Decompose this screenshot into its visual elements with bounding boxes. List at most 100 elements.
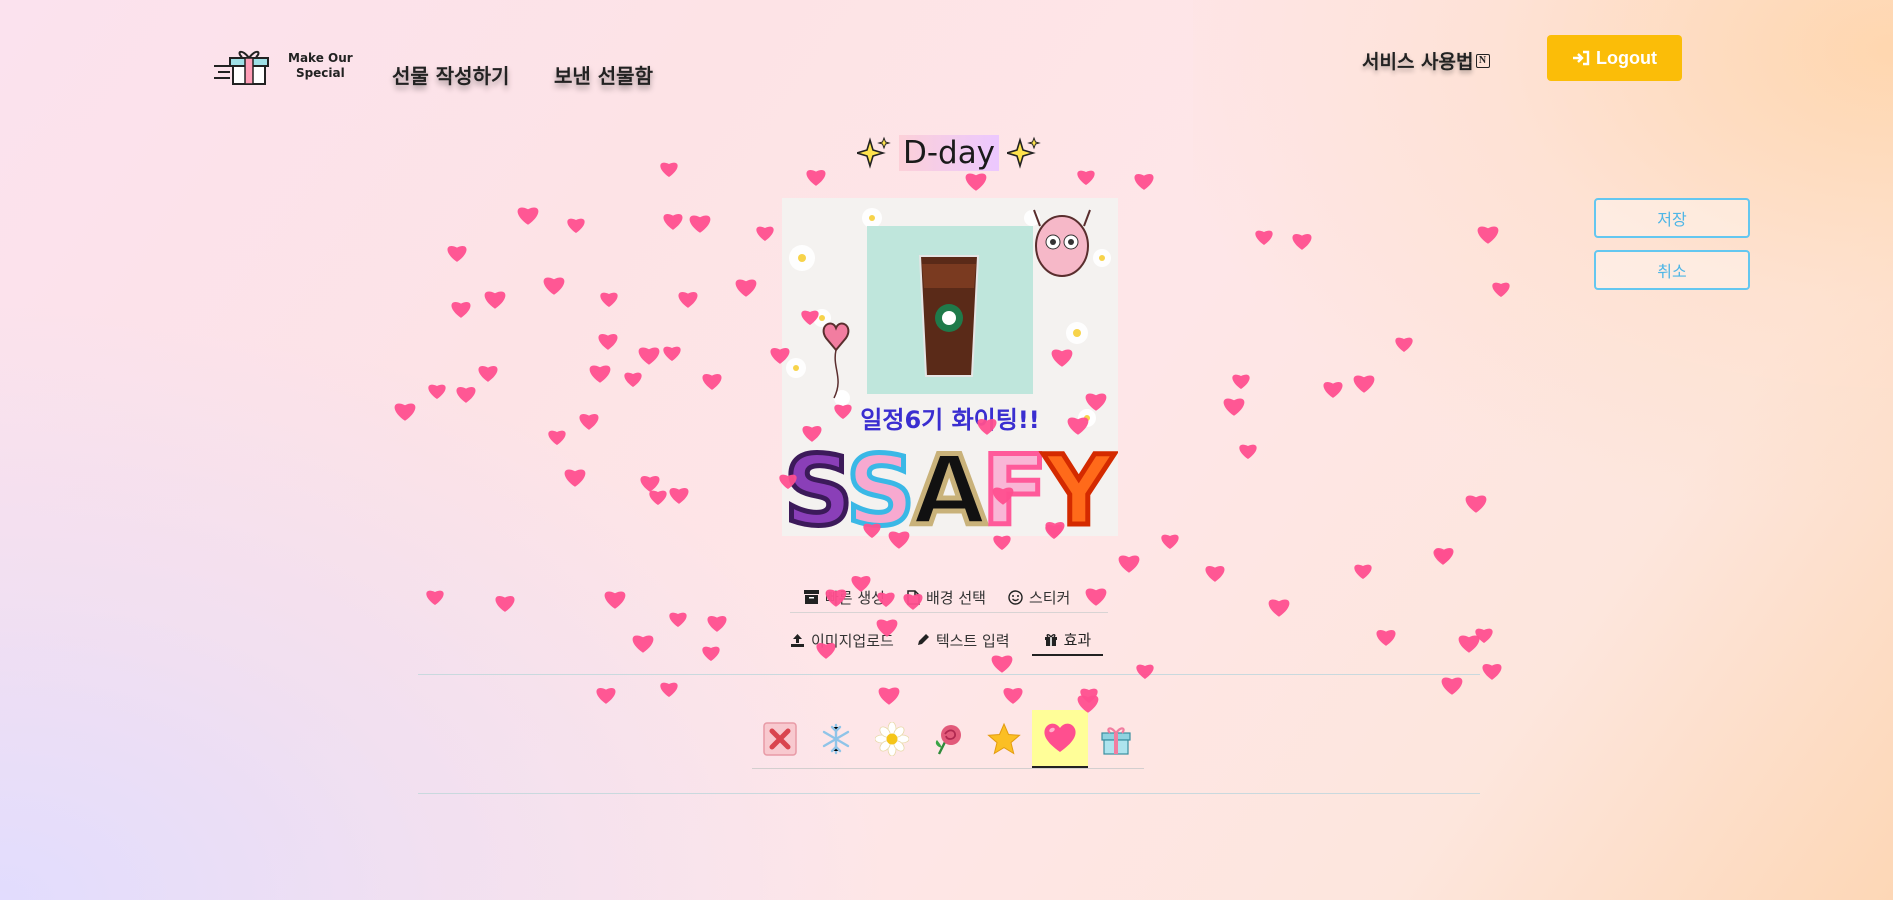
falling-heart xyxy=(1376,630,1396,646)
logo-line-1: Make Our xyxy=(288,51,353,65)
falling-heart xyxy=(598,334,618,350)
falling-heart xyxy=(478,366,498,382)
falling-heart xyxy=(1223,398,1245,416)
falling-heart xyxy=(1085,588,1107,606)
effect-snow-button[interactable] xyxy=(808,710,864,768)
effect-gift-button[interactable] xyxy=(1088,710,1144,768)
falling-heart xyxy=(1441,677,1463,695)
falling-heart xyxy=(702,646,720,661)
nav-how-to-use[interactable]: 서비스 사용법 N xyxy=(1362,47,1490,74)
falling-heart xyxy=(965,173,987,191)
logout-button[interactable]: Logout xyxy=(1547,35,1682,81)
smile-icon xyxy=(1008,589,1023,605)
tab-image-upload[interactable]: 이미지업로드 xyxy=(790,624,894,656)
falling-heart xyxy=(1134,174,1154,190)
menu-row-bottom: 이미지업로드 텍스트 입력 효과 xyxy=(790,624,1104,656)
tab-quick-create[interactable]: 빠른 생성 xyxy=(804,581,885,613)
falling-heart xyxy=(596,688,616,704)
svg-text:Y: Y xyxy=(1043,435,1115,534)
nav-sent-gifts[interactable]: 보낸 선물함 xyxy=(554,60,653,89)
section-divider xyxy=(418,674,1480,675)
falling-heart xyxy=(663,346,681,361)
falling-heart xyxy=(756,226,774,241)
falling-heart xyxy=(579,414,599,430)
card-message: 일정6기 화이팅!! xyxy=(860,406,1040,434)
sign-out-icon xyxy=(1573,50,1590,66)
falling-heart xyxy=(1118,555,1140,573)
file-icon xyxy=(907,589,920,605)
tab-text-input[interactable]: 텍스트 입력 xyxy=(916,624,1010,656)
save-button[interactable]: 저장 xyxy=(1594,198,1750,238)
falling-heart xyxy=(660,162,678,177)
svg-text:S: S xyxy=(846,435,915,534)
gift-card-canvas[interactable]: 일정6기 화이팅!! S S A F Y xyxy=(782,198,1118,536)
menu-divider xyxy=(790,612,1108,613)
tab-background-select-label: 배경 선택 xyxy=(925,588,986,607)
daisy-icon xyxy=(875,722,909,756)
falling-heart xyxy=(624,372,642,387)
falling-heart xyxy=(495,596,515,612)
falling-heart xyxy=(632,635,654,653)
falling-heart xyxy=(649,490,667,505)
falling-heart xyxy=(707,616,727,632)
rose-icon xyxy=(935,725,961,755)
falling-heart xyxy=(1003,688,1023,704)
falling-heart xyxy=(394,403,416,421)
effect-star-button[interactable] xyxy=(976,710,1032,768)
falling-heart xyxy=(1080,688,1098,703)
background-gradient-violet xyxy=(0,300,900,900)
notion-icon: N xyxy=(1475,53,1490,68)
background-gradient-peach xyxy=(1193,0,1893,500)
title-text: D-day xyxy=(898,135,1000,171)
falling-heart xyxy=(567,218,585,233)
falling-heart xyxy=(1475,628,1493,643)
tab-effects-label: 효과 xyxy=(1063,630,1092,649)
falling-heart xyxy=(678,292,698,308)
falling-heart xyxy=(589,365,611,383)
falling-heart xyxy=(543,277,565,295)
svg-text:F: F xyxy=(982,435,1048,534)
falling-heart xyxy=(1161,534,1179,549)
falling-heart xyxy=(1465,495,1487,513)
tab-sticker[interactable]: 스티커 xyxy=(1008,581,1070,613)
falling-heart xyxy=(1268,599,1290,617)
falling-heart xyxy=(1239,444,1257,459)
falling-heart xyxy=(991,655,1013,673)
effect-rose-button[interactable] xyxy=(920,710,976,768)
falling-heart xyxy=(640,476,660,492)
effect-none-button[interactable] xyxy=(752,710,808,768)
falling-heart xyxy=(660,682,678,697)
ssafy-lettering: S S A F Y xyxy=(782,434,1118,534)
effect-daisy-button[interactable] xyxy=(864,710,920,768)
falling-heart xyxy=(993,535,1011,550)
logo-text: Make Our Special xyxy=(288,51,353,81)
falling-heart xyxy=(426,590,444,605)
tab-background-select[interactable]: 배경 선택 xyxy=(907,581,986,613)
tab-effects[interactable]: 효과 xyxy=(1031,624,1104,656)
menu-row-top: 빠른 생성 배경 선택 스티커 xyxy=(804,581,1070,613)
falling-heart xyxy=(600,292,618,307)
falling-heart xyxy=(878,687,900,705)
pencil-icon xyxy=(917,634,929,645)
falling-heart xyxy=(669,612,687,627)
nav-write-gift[interactable]: 선물 작성하기 xyxy=(392,60,509,89)
effect-selector xyxy=(752,710,1144,769)
heart-icon xyxy=(1044,723,1076,752)
falling-heart xyxy=(669,488,689,504)
falling-heart xyxy=(1292,234,1312,250)
falling-heart xyxy=(735,279,757,297)
falling-heart xyxy=(1255,230,1273,245)
how-to-use-label: 서비스 사용법 xyxy=(1362,51,1474,73)
effect-heart-button[interactable] xyxy=(1032,710,1088,768)
falling-heart xyxy=(689,215,711,233)
svg-text:S: S xyxy=(784,435,853,534)
star-icon xyxy=(987,722,1021,755)
falling-heart xyxy=(451,302,471,318)
falling-heart xyxy=(517,207,539,225)
falling-heart xyxy=(1482,664,1502,680)
falling-heart xyxy=(1477,226,1499,244)
logo[interactable]: Make Our Special xyxy=(212,46,353,86)
tab-sticker-label: 스티커 xyxy=(1028,588,1071,607)
cancel-button[interactable]: 취소 xyxy=(1594,250,1750,290)
tab-text-input-label: 텍스트 입력 xyxy=(935,631,1010,650)
